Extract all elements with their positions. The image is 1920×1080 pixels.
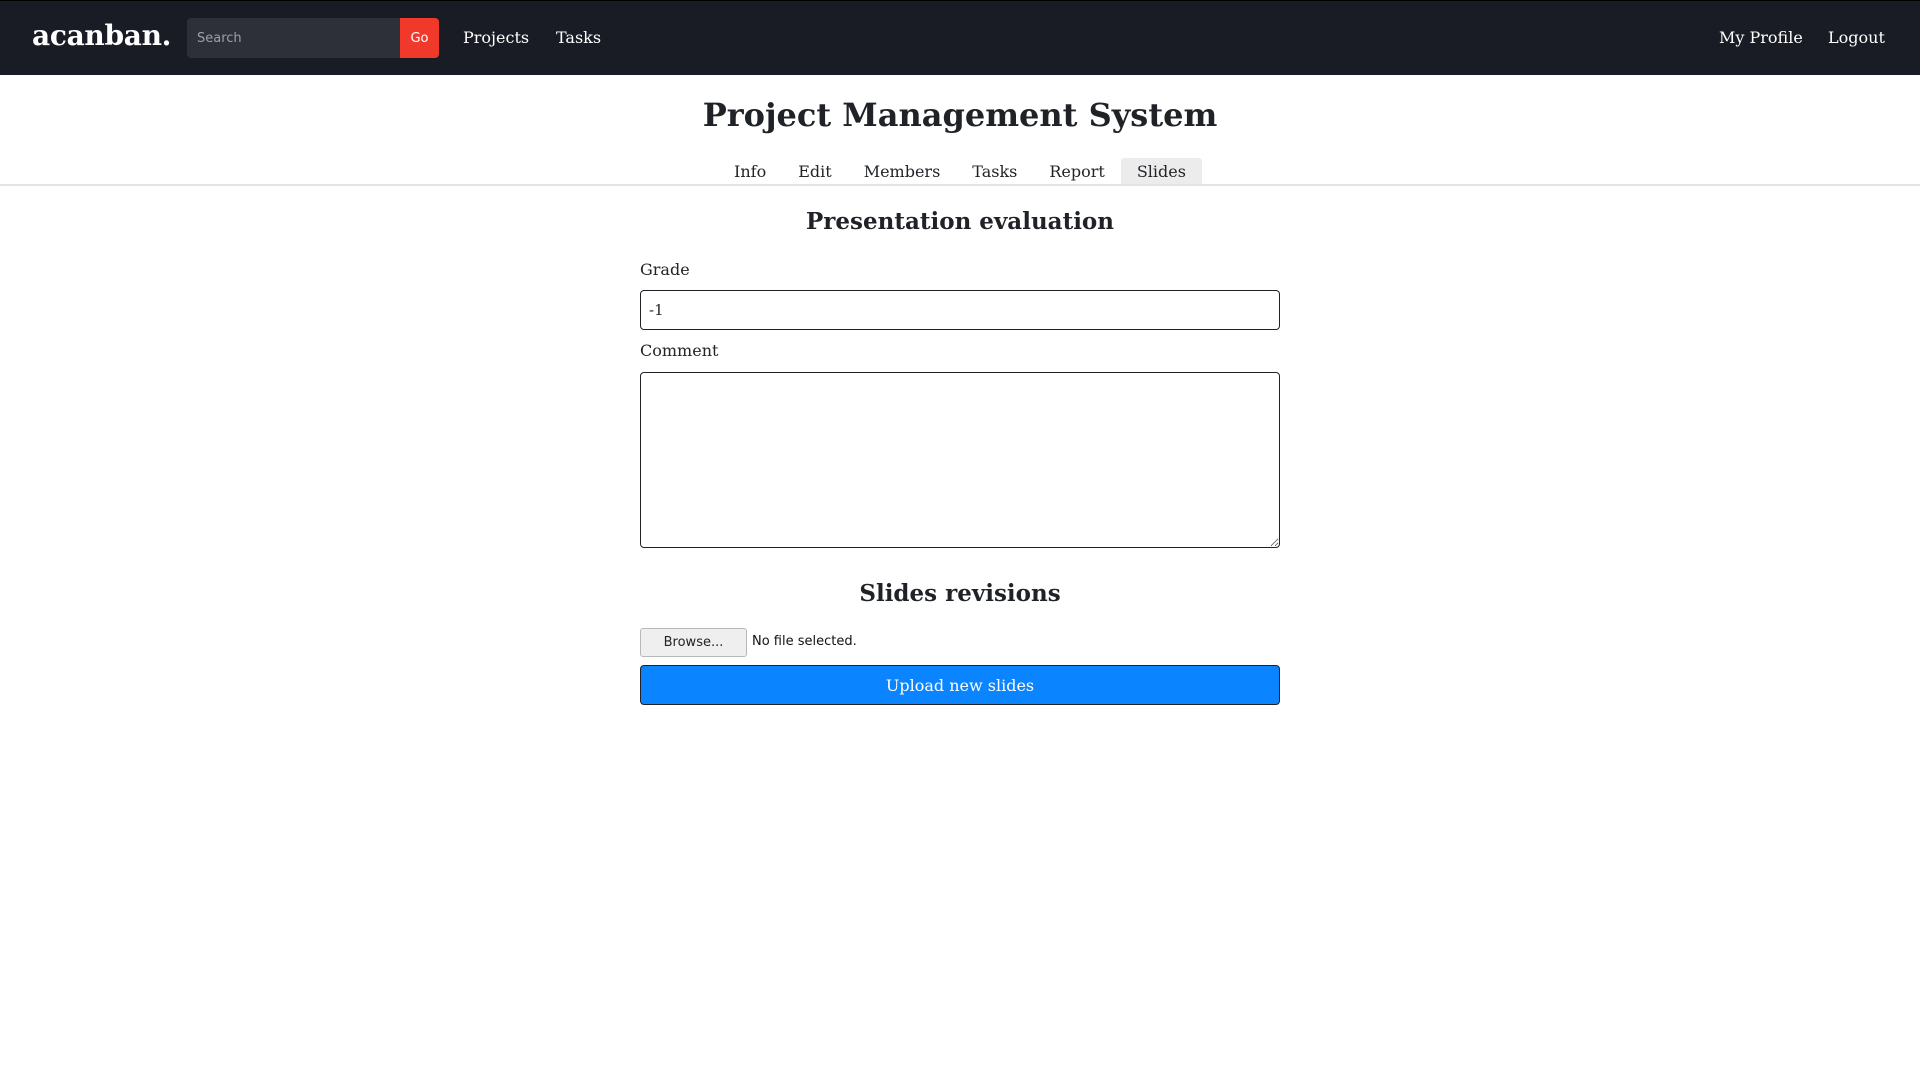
tab-members[interactable]: Members: [848, 158, 957, 186]
upload-slides-button[interactable]: Upload new slides: [640, 665, 1280, 705]
brand-logo[interactable]: acanban.: [32, 19, 171, 52]
nav-link-tasks[interactable]: Tasks: [556, 28, 601, 47]
project-tabs: Info Edit Members Tasks Report Slides: [0, 158, 1920, 186]
file-status-text: No file selected.: [752, 634, 857, 649]
browse-file-button[interactable]: Browse...: [640, 628, 747, 657]
comment-label: Comment: [640, 341, 719, 360]
nav-link-my-profile[interactable]: My Profile: [1719, 28, 1803, 47]
nav-link-logout[interactable]: Logout: [1828, 28, 1885, 47]
page-title: Project Management System: [702, 96, 1218, 134]
evaluation-heading: Presentation evaluation: [806, 208, 1114, 235]
tab-slides[interactable]: Slides: [1120, 158, 1202, 186]
tab-info[interactable]: Info: [718, 158, 782, 186]
comment-textarea[interactable]: [640, 372, 1280, 548]
grade-input[interactable]: [640, 290, 1280, 330]
tab-tasks[interactable]: Tasks: [956, 158, 1033, 186]
tabs-divider: [0, 184, 1920, 186]
search-input[interactable]: [187, 18, 400, 58]
search-go-button[interactable]: Go: [400, 18, 439, 58]
tab-edit[interactable]: Edit: [782, 158, 847, 186]
grade-label: Grade: [640, 260, 690, 279]
search-form: Go: [187, 18, 439, 58]
slides-heading: Slides revisions: [859, 580, 1061, 607]
nav-link-projects[interactable]: Projects: [463, 28, 529, 47]
top-navbar: acanban. Go Projects Tasks My Profile Lo…: [0, 0, 1920, 75]
tab-report[interactable]: Report: [1033, 158, 1120, 186]
